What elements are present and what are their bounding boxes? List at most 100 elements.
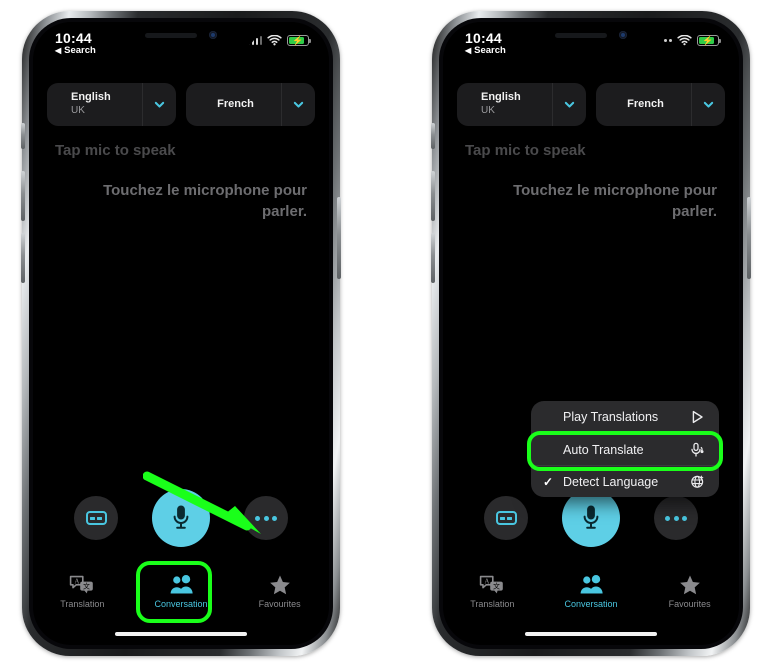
tab-label: Translation xyxy=(60,598,105,609)
source-language-name: English xyxy=(481,91,521,104)
tab-favourites[interactable]: Favourites xyxy=(230,561,329,619)
volume-down-button[interactable] xyxy=(431,233,435,283)
menu-item-auto-translate[interactable]: Auto Translate xyxy=(531,433,719,465)
chevron-down-icon xyxy=(703,101,714,108)
target-language-text: French xyxy=(186,83,281,126)
show-captions-button[interactable] xyxy=(484,496,528,540)
transcript-area: Tap mic to speak Touchez le microphone p… xyxy=(465,141,717,222)
more-options-menu: Play Translations Auto Translate ✓ Detec… xyxy=(531,401,719,497)
language-selector-row: English UK French xyxy=(457,83,725,126)
volume-up-button[interactable] xyxy=(431,171,435,221)
menu-item-label: Play Translations xyxy=(563,410,659,424)
svg-text:文: 文 xyxy=(83,581,90,590)
chevron-down-icon xyxy=(564,101,575,108)
tab-favourites[interactable]: Favourites xyxy=(640,561,739,619)
target-language-text: French xyxy=(596,83,691,126)
back-caret-icon: ◀ xyxy=(55,45,62,55)
earpiece-speaker-icon xyxy=(145,32,197,38)
tab-label: Conversation xyxy=(154,598,208,609)
target-prompt-text: Touchez le microphone pour parler. xyxy=(513,182,717,220)
status-bar-right: ⚡ xyxy=(247,31,312,46)
more-options-button[interactable] xyxy=(654,496,698,540)
back-to-search-button[interactable]: ◀ Search xyxy=(55,46,96,56)
phone-left: 10:44 ◀ Search ⚡ English UK French Tap m… xyxy=(21,11,341,656)
microphone-button[interactable] xyxy=(152,489,210,547)
screenshot-stage: 10:44 ◀ Search ⚡ English UK French Tap m… xyxy=(0,0,778,667)
svg-text:文: 文 xyxy=(493,581,500,590)
battery-charging-icon: ⚡ xyxy=(287,35,312,46)
source-language-text: English UK xyxy=(47,83,142,126)
chevron-down-icon xyxy=(293,101,304,108)
power-button[interactable] xyxy=(747,197,751,279)
ellipsis-icon xyxy=(665,515,687,521)
back-label: Search xyxy=(64,45,96,56)
source-language-text: English UK xyxy=(457,83,552,126)
svg-text:A: A xyxy=(75,577,80,585)
language-selector-row: English UK French xyxy=(47,83,315,126)
phone-screen-left: 10:44 ◀ Search ⚡ English UK French Tap m… xyxy=(33,22,329,645)
volume-up-button[interactable] xyxy=(21,171,25,221)
menu-item-label: Detect Language xyxy=(563,474,659,489)
home-indicator xyxy=(115,632,247,636)
target-language-pill[interactable]: French xyxy=(596,83,725,126)
tab-translation[interactable]: A 文 Translation xyxy=(443,561,542,619)
tab-conversation[interactable]: Conversation xyxy=(132,561,231,619)
battery-bolt-glyph: ⚡ xyxy=(702,35,714,45)
phone-screen-right: 10:44 ◀ Search ⚡ English UK French Tap m… xyxy=(443,22,739,645)
earpiece-speaker-icon xyxy=(555,32,607,38)
tab-translation[interactable]: A 文 Translation xyxy=(33,561,132,619)
target-language-name: French xyxy=(217,97,254,110)
source-language-pill[interactable]: English UK xyxy=(457,83,586,126)
tab-bar: A 文 Translation Conversation Favourites xyxy=(33,561,329,619)
battery-bolt-glyph: ⚡ xyxy=(292,35,304,45)
star-icon xyxy=(678,572,702,596)
source-language-dropdown-button[interactable] xyxy=(552,83,586,126)
home-indicator xyxy=(525,632,657,636)
notch xyxy=(106,22,256,48)
source-language-region: UK xyxy=(481,105,495,117)
phone-bezel: 10:44 ◀ Search ⚡ English UK French Tap m… xyxy=(29,18,333,649)
status-time: 10:44 xyxy=(55,30,92,46)
notch xyxy=(516,22,666,48)
translation-bubbles-icon: A 文 xyxy=(479,572,505,596)
mute-switch[interactable] xyxy=(431,123,435,149)
microphone-icon xyxy=(583,505,599,529)
wifi-icon xyxy=(677,35,692,46)
status-time: 10:44 xyxy=(465,30,502,46)
translation-bubbles-icon: A 文 xyxy=(69,572,95,596)
mute-switch[interactable] xyxy=(21,123,25,149)
target-language-pill[interactable]: French xyxy=(186,83,315,126)
source-language-pill[interactable]: English UK xyxy=(47,83,176,126)
play-triangle-icon xyxy=(689,409,706,426)
chevron-down-icon xyxy=(154,101,165,108)
show-captions-button[interactable] xyxy=(74,496,118,540)
target-language-dropdown-button[interactable] xyxy=(691,83,725,126)
controls-row xyxy=(33,487,329,549)
source-language-region: UK xyxy=(71,105,85,117)
phone-right: 10:44 ◀ Search ⚡ English UK French Tap m… xyxy=(431,11,751,656)
wifi-icon xyxy=(267,35,282,46)
menu-check-icon: ✓ xyxy=(543,474,554,489)
microphone-button[interactable] xyxy=(562,489,620,547)
tab-label: Favourites xyxy=(258,598,301,609)
status-bar-left: 10:44 ◀ Search xyxy=(55,31,96,56)
menu-item-detect-language[interactable]: ✓ Detect Language xyxy=(531,465,719,497)
globe-sparkle-icon xyxy=(689,473,706,490)
source-language-name: English xyxy=(71,91,111,104)
tab-conversation[interactable]: Conversation xyxy=(542,561,641,619)
volume-down-button[interactable] xyxy=(21,233,25,283)
svg-text:A: A xyxy=(485,577,490,585)
back-to-search-button[interactable]: ◀ Search xyxy=(465,46,506,56)
target-prompt-text: Touchez le microphone pour parler. xyxy=(103,182,307,220)
more-options-button[interactable] xyxy=(244,496,288,540)
source-prompt-text: Tap mic to speak xyxy=(465,142,586,159)
menu-item-play-translations[interactable]: Play Translations xyxy=(531,401,719,433)
tab-label: Translation xyxy=(470,598,515,609)
power-button[interactable] xyxy=(337,197,341,279)
source-language-dropdown-button[interactable] xyxy=(142,83,176,126)
front-camera-icon xyxy=(619,31,627,39)
tab-label: Favourites xyxy=(668,598,711,609)
ellipsis-icon xyxy=(255,515,277,521)
two-people-icon xyxy=(577,572,605,596)
target-language-dropdown-button[interactable] xyxy=(281,83,315,126)
